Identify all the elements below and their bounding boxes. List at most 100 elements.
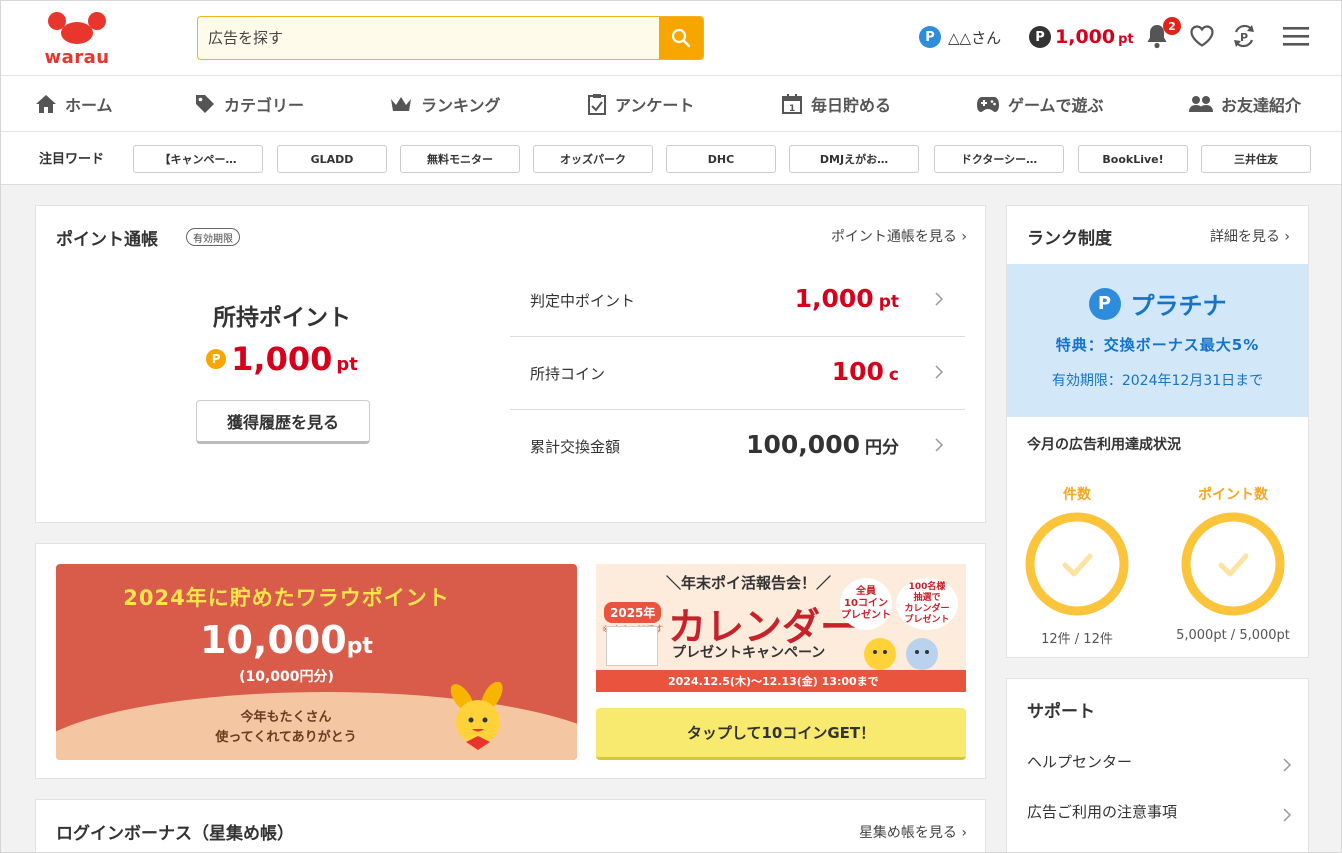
row-unit: pt: [878, 292, 899, 312]
chevron-right-icon: [1283, 808, 1292, 822]
nav-item-category[interactable]: カテゴリー: [194, 76, 304, 132]
keyword-chip[interactable]: DHC: [666, 145, 776, 173]
point-exchange-icon: P: [1234, 24, 1254, 48]
nav-label: ホーム: [65, 96, 113, 115]
login-bonus-link[interactable]: 星集め帳を見る ›: [859, 822, 967, 842]
owned-points: P 1,000 pt: [36, 340, 528, 378]
nav-label: お友達紹介: [1221, 96, 1302, 115]
rank-status-box: P プラチナ 特典：交換ボーナス最大5% 有効期限：2024年12月31日まで: [1007, 264, 1308, 417]
main-nav: ホーム カテゴリー ランキング アンケート 1 毎日貯める ゲームで遊ぶ お友達…: [1, 76, 1341, 132]
calendar-banner-subtitle: プレゼントキャンペーン: [672, 645, 826, 661]
passbook-link[interactable]: ポイント通帳を見る ›: [831, 226, 967, 246]
rank-details-link[interactable]: 詳細を見る ›: [1210, 226, 1290, 246]
keyword-chip[interactable]: オッズパーク: [533, 145, 653, 173]
row-label: 所持コイン: [530, 365, 606, 383]
user-menu[interactable]: P △△さん: [919, 23, 1001, 51]
total-exchange-row[interactable]: 累計交換金額 100,000 円分: [510, 410, 965, 483]
badge-text: プレゼント: [904, 615, 950, 625]
chevron-right-icon: [935, 292, 944, 306]
row-label: 累計交換金額: [530, 438, 621, 456]
nav-item-invite[interactable]: お友達紹介: [1189, 76, 1301, 132]
points-gauge: ポイント数 5,000pt / 5,000pt: [1173, 484, 1293, 643]
header-points-unit: pt: [1118, 31, 1134, 47]
keyword-chip[interactable]: BookLive!: [1078, 145, 1188, 173]
row-value: 1,000 pt: [795, 284, 899, 313]
row-unit: c: [888, 365, 899, 385]
chevron-right-icon: [935, 438, 944, 452]
support-title: サポート: [1027, 702, 1095, 722]
trending-keywords-label: 注目ワード: [39, 152, 105, 167]
annual-points-banner[interactable]: 2024年に貯めたワラウポイント 10,000pt (10,000円分) 今年も…: [56, 564, 577, 760]
keyword-chip[interactable]: 【キャンペー…: [133, 145, 263, 173]
gauge-ring: [1181, 512, 1285, 616]
badge-text: 全員: [856, 586, 876, 597]
warau-logo[interactable]: warau: [39, 11, 115, 68]
rank-panel: ランク制度 詳細を見る › P プラチナ 特典：交換ボーナス最大5% 有効期限：2…: [1006, 205, 1309, 658]
keyword-chip[interactable]: DMJえがお…: [789, 145, 919, 173]
owned-points-value: 1,000: [231, 340, 333, 378]
crown-icon: [391, 97, 411, 111]
chevron-right-icon: ›: [961, 229, 967, 245]
home-icon: [36, 95, 56, 113]
keyword-chip[interactable]: ドクターシー…: [934, 145, 1064, 173]
rank-badge-icon: P: [1088, 287, 1121, 320]
search-bar: [197, 16, 704, 60]
nav-label: カテゴリー: [224, 96, 305, 115]
badge-text: 抽選で: [913, 593, 941, 603]
support-panel: サポート ヘルプセンター 広告ご利用の注意事項: [1006, 678, 1309, 852]
annual-points-value: 10,000: [200, 618, 347, 662]
expiry-badge[interactable]: 有効期限: [186, 228, 240, 246]
chevron-right-icon: ›: [1284, 229, 1290, 245]
history-button[interactable]: 獲得履歴を見る: [196, 400, 370, 444]
rank-badge-icon: P: [919, 26, 941, 48]
row-value: 100 c: [832, 357, 899, 386]
login-bonus-link-label: 星集め帳を見る: [858, 825, 957, 841]
svg-text:P: P: [1240, 31, 1248, 44]
calendar-preview-image: [606, 626, 658, 666]
nav-item-ranking[interactable]: ランキング: [389, 76, 501, 132]
support-item-notes[interactable]: 広告ご利用の注意事項: [1027, 801, 1292, 831]
nav-item-survey[interactable]: アンケート: [587, 76, 694, 132]
check-icon: [1062, 553, 1093, 577]
calendar-campaign-banner[interactable]: ＼年末ポイ活報告会！／ 2025年 ※イメージです カレンダー プレゼントキャン…: [596, 564, 966, 692]
chevron-right-icon: [1283, 758, 1292, 772]
nav-item-daily[interactable]: 1 毎日貯める: [781, 76, 891, 132]
support-item-help[interactable]: ヘルプセンター: [1027, 751, 1292, 781]
search-button[interactable]: [659, 17, 703, 59]
row-label: 判定中ポイント: [530, 292, 636, 310]
badge-text: 100名様: [908, 582, 946, 592]
owned-points-title: 所持ポイント: [213, 305, 351, 331]
search-icon: [671, 28, 691, 48]
hamburger-menu-button[interactable]: [1281, 21, 1311, 51]
header-points[interactable]: P 1,000 pt: [1029, 23, 1134, 51]
rank-title: ランク制度: [1027, 229, 1112, 249]
gamepad-icon: [977, 97, 999, 112]
favorites-button[interactable]: [1187, 21, 1217, 51]
thanks-line: 使ってくれてありがとう: [215, 730, 357, 745]
keyword-chip[interactable]: 無料モニター: [400, 145, 520, 173]
row-number: 100,000: [746, 430, 860, 459]
keyword-chip[interactable]: GLADD: [277, 145, 387, 173]
support-item-label: 広告ご利用の注意事項: [1027, 803, 1178, 821]
search-input[interactable]: [198, 17, 659, 59]
chevron-right-icon: ›: [961, 825, 967, 841]
monthly-status-title: 今月の広告利用達成状況: [1027, 437, 1181, 453]
annual-thanks: 今年もたくさん 使ってくれてありがとう: [166, 708, 406, 748]
nav-item-games[interactable]: ゲームで遊ぶ: [976, 76, 1104, 132]
keyword-chip[interactable]: 三井住友: [1201, 145, 1311, 173]
notification-count-badge: 2: [1163, 17, 1181, 35]
trending-keywords: 注目ワード 【キャンペー… GLADD 無料モニター オッズパーク DHC DM…: [1, 132, 1341, 185]
point-exchange-button[interactable]: P: [1229, 21, 1259, 51]
coins-row[interactable]: 所持コイン 100 c: [510, 337, 965, 410]
gauge-label: ポイント数: [1198, 487, 1268, 503]
get-coins-button[interactable]: タップして10コインGET！: [596, 708, 966, 760]
friends-icon: [1189, 96, 1213, 112]
nav-label: アンケート: [615, 96, 695, 115]
point-passbook-panel: ポイント通帳 有効期限 ポイント通帳を見る › 所持ポイント P 1,000 p…: [35, 205, 986, 523]
pending-points-row[interactable]: 判定中ポイント 1,000 pt: [510, 264, 965, 337]
tag-icon: [196, 95, 214, 113]
row-unit: 円分: [865, 438, 899, 458]
logo-mark-icon: [48, 12, 106, 44]
nav-item-home[interactable]: ホーム: [35, 76, 113, 132]
nav-label: ゲームで遊ぶ: [1008, 96, 1104, 115]
